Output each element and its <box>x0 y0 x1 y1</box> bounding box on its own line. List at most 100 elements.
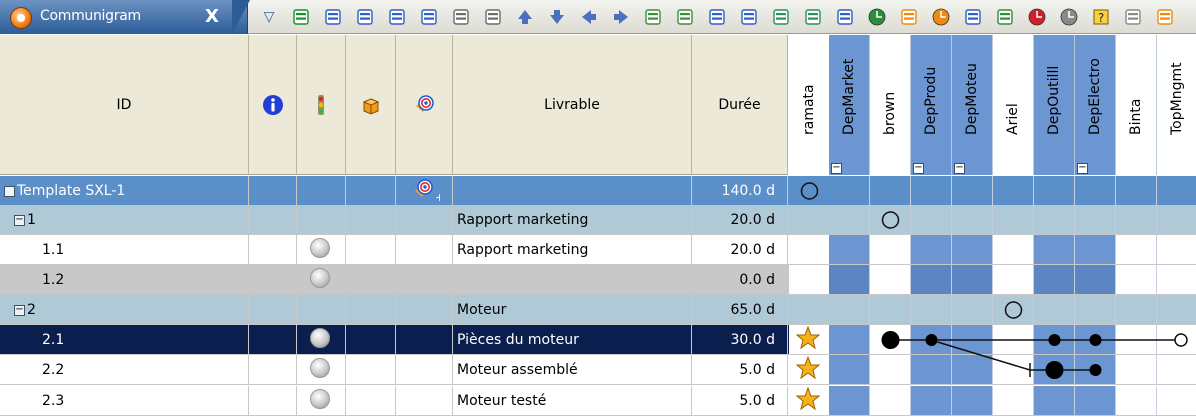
table-row[interactable]: −1 Rapport marketing 20.0 d <box>0 205 1196 235</box>
matrix-column-collapse-button[interactable]: − <box>954 163 965 174</box>
cell-duree[interactable]: 140.0 d <box>692 176 788 205</box>
cell-duree[interactable]: 5.0 d <box>692 355 788 384</box>
column-header-package[interactable] <box>346 35 396 175</box>
matrix-cell[interactable] <box>952 386 993 415</box>
matrix-cell[interactable] <box>1157 355 1196 384</box>
paste-icon[interactable] <box>482 5 504 29</box>
cell-id[interactable]: 2.2 <box>0 355 249 384</box>
table-row[interactable]: 2.3 Moteur testé 5.0 d <box>0 386 1196 416</box>
matrix-cell[interactable] <box>789 205 830 234</box>
matrix-cell[interactable] <box>1034 325 1075 354</box>
matrix-column-header[interactable]: DepMoteu − <box>952 35 993 175</box>
clock-icon[interactable] <box>866 5 888 29</box>
matrix-cell[interactable] <box>993 386 1034 415</box>
cell-duree[interactable]: 0.0 d <box>692 265 788 294</box>
matrix-cell[interactable] <box>1034 386 1075 415</box>
matrix-column-header[interactable]: brown <box>870 35 911 175</box>
cell-duree[interactable]: 30.0 d <box>692 325 788 354</box>
matrix-column-header[interactable]: DepProdu − <box>911 35 952 175</box>
matrix-cell[interactable] <box>952 325 993 354</box>
matrix-cell[interactable] <box>911 325 952 354</box>
matrix-cell[interactable] <box>1157 325 1196 354</box>
pie-chart-icon[interactable] <box>1026 5 1048 29</box>
column-header-id[interactable]: ID <box>0 35 249 175</box>
matrix-column-collapse-button[interactable]: − <box>913 163 924 174</box>
cell-livrable[interactable]: Moteur testé <box>453 386 692 415</box>
matrix-cell[interactable] <box>1116 205 1157 234</box>
arrow-left-icon[interactable] <box>578 5 600 29</box>
column-header-livrable[interactable]: Livrable <box>453 35 692 175</box>
matrix-cell[interactable] <box>1157 176 1196 205</box>
arrow-down-icon[interactable] <box>546 5 568 29</box>
matrix-cell[interactable] <box>1116 176 1157 205</box>
cell-id[interactable]: 2.3 <box>0 386 249 415</box>
matrix-cell[interactable] <box>1075 386 1116 415</box>
package-icon[interactable] <box>898 5 920 29</box>
cell-livrable[interactable]: Pièces du moteur <box>453 325 692 354</box>
matrix-cell[interactable] <box>993 235 1034 264</box>
matrix-cell[interactable] <box>829 176 870 205</box>
matrix-cell[interactable] <box>1034 355 1075 384</box>
link-task-icon[interactable] <box>770 5 792 29</box>
matrix-cell[interactable] <box>1075 355 1116 384</box>
matrix-cell[interactable] <box>870 325 911 354</box>
column-header-info[interactable] <box>249 35 297 175</box>
report-icon[interactable] <box>834 5 856 29</box>
gray-circle-icon[interactable] <box>1058 5 1080 29</box>
matrix-cell[interactable] <box>1075 176 1116 205</box>
collapse-toggle-button[interactable]: − <box>4 185 15 197</box>
matrix-column-header[interactable]: Binta <box>1116 35 1157 175</box>
collapse-all-icon[interactable] <box>674 5 696 29</box>
matrix-cell[interactable] <box>1075 325 1116 354</box>
matrix-cell[interactable] <box>1116 235 1157 264</box>
matrix-cell[interactable] <box>789 235 830 264</box>
matrix-cell[interactable] <box>870 176 911 205</box>
matrix-cell[interactable] <box>952 205 993 234</box>
matrix-cell[interactable] <box>1157 386 1196 415</box>
matrix-column-header[interactable]: DepElectro − <box>1075 35 1116 175</box>
matrix-cell[interactable] <box>952 295 993 324</box>
matrix-cell[interactable] <box>993 355 1034 384</box>
matrix-cell[interactable] <box>829 265 870 294</box>
help-icon[interactable]: ? <box>1090 5 1112 29</box>
matrix-cell[interactable] <box>829 295 870 324</box>
matrix-cell[interactable] <box>1075 265 1116 294</box>
calendar-icon[interactable] <box>706 5 728 29</box>
matrix-cell[interactable] <box>870 205 911 234</box>
matrix-cell[interactable] <box>1157 205 1196 234</box>
matrix-cell[interactable] <box>870 295 911 324</box>
matrix-cell[interactable] <box>993 265 1034 294</box>
matrix-cell[interactable] <box>1075 235 1116 264</box>
matrix-cell[interactable] <box>829 205 870 234</box>
matrix-cell[interactable] <box>993 176 1034 205</box>
matrix-cell[interactable] <box>911 205 952 234</box>
table-row[interactable]: 1.1 Rapport marketing 20.0 d <box>0 235 1196 265</box>
cell-id[interactable]: −2 <box>0 295 249 324</box>
matrix-cell[interactable] <box>789 295 830 324</box>
cell-livrable[interactable]: Rapport marketing <box>453 235 692 264</box>
table-row[interactable]: −2 Moteur 65.0 d <box>0 295 1196 325</box>
cell-livrable[interactable]: Rapport marketing <box>453 205 692 234</box>
matrix-cell[interactable] <box>911 295 952 324</box>
matrix-column-header[interactable]: DepMarket − <box>829 35 870 175</box>
matrix-cell[interactable] <box>1157 295 1196 324</box>
matrix-cell[interactable] <box>870 355 911 384</box>
column-header-status[interactable] <box>297 35 346 175</box>
matrix-cell[interactable] <box>1116 265 1157 294</box>
cell-livrable[interactable] <box>453 176 692 205</box>
expand-all-icon[interactable] <box>642 5 664 29</box>
print-icon[interactable] <box>386 5 408 29</box>
cell-id[interactable]: 1.2 <box>0 265 249 294</box>
matrix-cell[interactable] <box>952 176 993 205</box>
matrix-cell[interactable] <box>1116 325 1157 354</box>
column-header-target[interactable] <box>396 35 453 175</box>
matrix-cell[interactable] <box>870 265 911 294</box>
matrix-cell[interactable] <box>789 265 830 294</box>
cell-id[interactable]: 2.1 <box>0 325 249 354</box>
matrix-column-header[interactable]: DepOutilll <box>1034 35 1075 175</box>
matrix-cell[interactable] <box>911 355 952 384</box>
matrix-cell[interactable] <box>1116 386 1157 415</box>
cell-livrable[interactable]: Moteur <box>453 295 692 324</box>
matrix-column-collapse-button[interactable]: − <box>831 163 842 174</box>
matrix-cell[interactable] <box>1034 176 1075 205</box>
